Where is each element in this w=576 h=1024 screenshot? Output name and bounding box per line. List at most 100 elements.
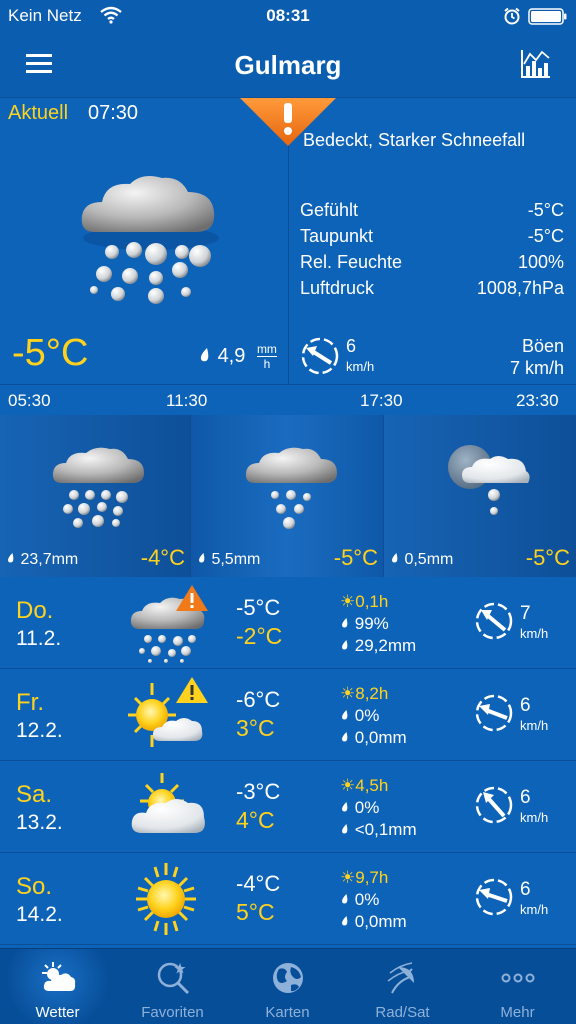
detail-row-pressure: Luftdruck 1008,7hPa [300,278,564,304]
daily-row[interactable]: Do. 11.2. -5°C -2°C ☀0,1h 99% 29,2mm 7 k… [0,577,576,669]
wind-direction-icon [475,602,513,640]
weather-tab-icon [42,962,76,991]
hourly-time: 05:30 [8,391,51,410]
detail-label: Taupunkt [300,226,374,246]
tab-favorites[interactable]: Favoriten [115,949,230,1024]
day-name: So. [16,873,53,900]
tab-maps[interactable]: Karten [230,949,345,1024]
wind-unit: km/h [520,810,549,825]
sun-cloud-warning-icon [128,677,208,747]
precip: 0,0mm [340,911,407,933]
current-wind: 6 km/h Böen 7 km/h [300,334,564,378]
cloud-snow-icon [245,447,337,529]
hourly-time: 23:30 [516,391,559,410]
hourly-time: 17:30 [360,391,403,410]
raindrop-icon [342,916,348,926]
wind-unit: km/h [520,626,549,641]
tab-label: Mehr [500,1004,535,1021]
sun-behind-cloud-icon [131,773,205,833]
raindrop-icon [342,894,348,904]
day-temp-max: 5°C [236,899,275,925]
moon-cloud-light-snow-icon [448,445,530,515]
day-stats: ☀0,1h 99% 29,2mm [340,591,416,657]
wind-unit: km/h [346,359,375,374]
wind-speed: 6 [520,695,531,716]
sun-hours: ☀4,5h [340,775,417,797]
wind-speed: 6 [520,787,531,808]
chart-icon[interactable] [519,48,551,80]
humidity-value: 99% [354,614,389,633]
current-precip: 4,9 mm h [198,342,277,371]
raindrop-icon [342,618,348,628]
sun-hours: ☀9,7h [340,867,407,889]
precip-unit-bottom: h [256,356,277,371]
tab-label: Karten [265,1004,310,1021]
hourly-temperature: -5°C [333,545,378,570]
day-name: Fr. [16,689,44,716]
detail-row-humidity: Rel. Feuchte 100% [300,252,564,278]
sun-hours-value: 0,1h [355,592,389,611]
wind-speed: 6 [520,879,531,900]
tab-radar-satellite[interactable]: Rad/Sat [345,949,460,1024]
day-temp-min: -4°C [236,871,281,896]
day-temp-min: -6°C [236,687,281,712]
current-temperature: -5°C [12,332,89,374]
day-temp-min: -5°C [236,595,281,620]
humidity-value: 0% [354,706,380,725]
day-temp-min: -3°C [236,779,281,804]
current-label: Aktuell [8,102,69,124]
cloud-snow-warning-icon [130,585,208,663]
raindrop-icon [8,553,14,563]
raindrop-icon [199,553,205,563]
wind-direction-icon [475,786,513,824]
sun-hours-value: 4,5h [355,776,389,795]
day-temp-max: -2°C [236,623,283,649]
humidity: 99% [340,613,416,635]
hourly-item[interactable]: 5,5mm -5°C [191,385,384,577]
nav-bar: Gulmarg [0,32,576,98]
daily-row[interactable]: Sa. 13.2. -3°C 4°C ☀4,5h 0% <0,1mm 6 km/… [0,761,576,853]
detail-value: 100% [517,252,564,272]
day-temp-max: 4°C [236,807,275,833]
humidity: 0% [340,797,417,819]
globe-icon [273,963,303,993]
tab-bar: Wetter Favoriten Karten Rad/Sat Mehr [0,948,576,1024]
day-date: 11.2. [16,627,62,650]
day-date: 14.2. [16,903,63,926]
hourly-precip: 5,5mm [197,551,260,569]
hourly-temperature: -5°C [525,545,570,570]
tab-more[interactable]: Mehr [460,949,576,1024]
battery-icon [528,8,567,25]
gust-label: Böen [521,336,564,356]
raindrop-icon [342,802,348,812]
precip-value: <0,1mm [354,820,417,839]
location-title: Gulmarg [234,50,342,80]
precip: <0,1mm [340,819,417,841]
status-bar: Kein Netz 08:31 [0,0,576,32]
day-temp-max: 3°C [236,715,275,741]
hourly-item[interactable]: 23,7mm -4°C [0,385,191,577]
detail-label: Luftdruck [300,278,375,298]
hourly-precip-value: 5,5mm [211,551,261,568]
hourly-precip: 23,7mm [6,551,78,569]
hourly-time: 11:30 [166,391,208,410]
current-details: Gefühlt -5°C Taupunkt -5°C Rel. Feuchte … [300,200,564,304]
hourly-temperature: -4°C [140,545,185,570]
cloud-heavy-snow-icon [52,447,145,528]
daily-row[interactable]: Fr. 12.2. -6°C 3°C ☀8,2h 0% 0,0mm 6 km/h [0,669,576,761]
tab-label: Rad/Sat [375,1004,430,1021]
hourly-precip: 0,5mm [390,551,453,569]
detail-label: Rel. Feuchte [300,252,403,272]
radar-satellite-icon [387,962,414,994]
detail-row-feels-like: Gefühlt -5°C [300,200,564,226]
tab-label: Favoriten [141,1004,204,1021]
detail-value: -5°C [527,226,564,246]
tab-label: Wetter [35,1004,80,1021]
hourly-item[interactable]: 0,5mm -5°C [384,385,576,577]
tab-weather[interactable]: Wetter [0,949,115,1024]
wind-direction-icon [301,337,339,375]
precip-unit-top: mm [256,342,277,356]
day-date: 12.2. [16,719,63,742]
daily-row[interactable]: So. 14.2. -4°C 5°C ☀9,7h 0% 0,0mm 6 km/h [0,853,576,945]
precip-value: 4,9 [217,344,246,367]
